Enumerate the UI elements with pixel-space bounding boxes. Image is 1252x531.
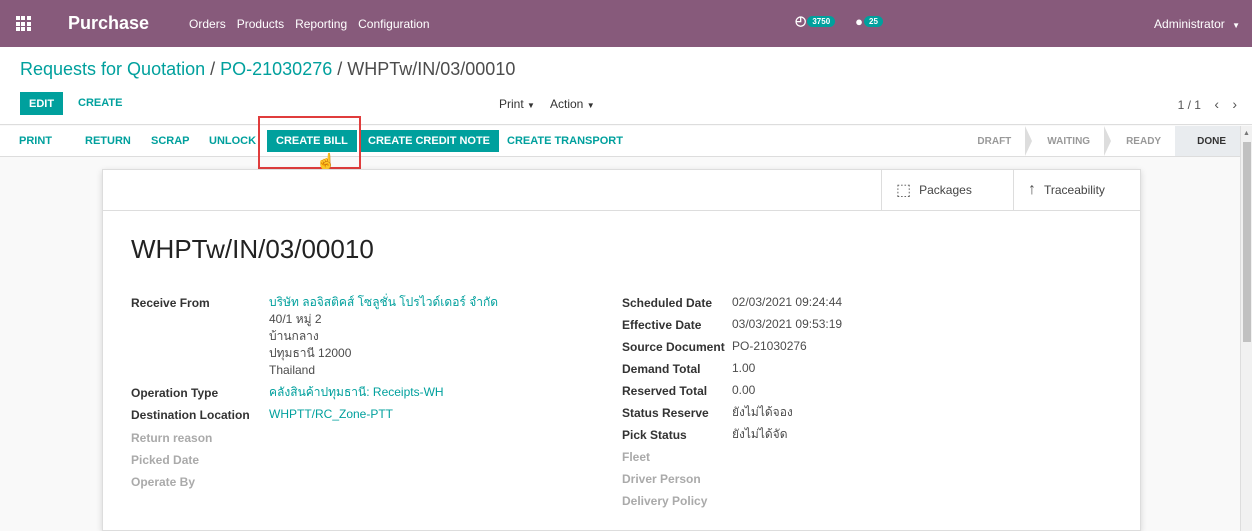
driver-person-label: Driver Person bbox=[622, 472, 701, 486]
receive-from-label: Receive From bbox=[131, 296, 210, 310]
status-reserve-label: Status Reserve bbox=[622, 406, 709, 420]
address-line-4: Thailand bbox=[269, 363, 316, 377]
breadcrumb-rfq[interactable]: Requests for Quotation bbox=[20, 59, 205, 79]
scrollbar[interactable]: ▲ bbox=[1240, 126, 1252, 531]
caret-down-icon: ▼ bbox=[586, 101, 595, 110]
caret-down-icon: ▼ bbox=[1232, 21, 1240, 30]
operation-type-label: Operation Type bbox=[131, 386, 219, 400]
pager: 1 / 1 ‹ › bbox=[1178, 96, 1237, 112]
return-button[interactable]: RETURN bbox=[85, 135, 131, 147]
address-line-3: ปทุมธานี 12000 bbox=[269, 346, 352, 360]
chat-icon: ● bbox=[855, 13, 863, 29]
picked-date-label: Picked Date bbox=[131, 453, 200, 467]
control-panel: Requests for Quotation / PO-21030276 / W… bbox=[0, 47, 1252, 125]
print-dropdown[interactable]: Print ▼ bbox=[499, 97, 535, 111]
fleet-label: Fleet bbox=[622, 450, 651, 464]
menu-orders[interactable]: Orders bbox=[189, 17, 226, 31]
packages-button[interactable]: ⬚ Packages bbox=[881, 170, 1013, 210]
delivery-policy-label: Delivery Policy bbox=[622, 494, 708, 508]
form-sheet: ⬚ Packages ↑ Traceability WHPTw/IN/03/00… bbox=[102, 169, 1141, 531]
breadcrumb-po[interactable]: PO-21030276 bbox=[220, 59, 332, 79]
action-dropdown[interactable]: Action ▼ bbox=[550, 97, 595, 111]
scroll-up-icon[interactable]: ▲ bbox=[1243, 130, 1250, 137]
source-document-label: Source Document bbox=[622, 340, 725, 354]
effective-date-value: 03/03/2021 09:53:19 bbox=[732, 317, 843, 331]
destination-location-value[interactable]: WHPTT/RC_Zone-PTT bbox=[269, 406, 393, 423]
record-title: WHPTw/IN/03/00010 bbox=[131, 234, 374, 264]
reserved-total-label: Reserved Total bbox=[622, 384, 708, 398]
stage-done: DONE bbox=[1175, 126, 1240, 156]
stage-ready: READY bbox=[1104, 126, 1183, 156]
clock-icon: ◴ bbox=[795, 13, 807, 28]
stage-pipeline: DRAFT WAITING READY DONE bbox=[955, 126, 1240, 156]
scheduled-date-value: 02/03/2021 09:24:44 bbox=[732, 295, 843, 309]
create-button[interactable]: CREATE bbox=[78, 97, 122, 109]
user-name: Administrator bbox=[1154, 17, 1225, 31]
top-navbar: Purchase Orders Products Reporting Confi… bbox=[0, 0, 1252, 47]
operate-by-label: Operate By bbox=[131, 475, 196, 489]
receive-from-value[interactable]: บริษัท ลอจิสติคส์ โซลูชั่น โปรไวด์เดอร์ … bbox=[269, 294, 498, 311]
status-reserve-value: ยังไม่ได้จอง bbox=[732, 405, 793, 419]
status-bar: PRINT RETURN SCRAP UNLOCK CREATE BILL CR… bbox=[0, 126, 1240, 157]
app-brand[interactable]: Purchase bbox=[68, 13, 149, 34]
breadcrumb-current: WHPTw/IN/03/00010 bbox=[347, 59, 516, 79]
edit-button[interactable]: EDIT bbox=[20, 92, 64, 115]
create-credit-note-button[interactable]: CREATE CREDIT NOTE bbox=[359, 130, 500, 152]
print-button[interactable]: PRINT bbox=[19, 135, 52, 147]
demand-total-label: Demand Total bbox=[622, 362, 701, 376]
create-transport-button[interactable]: CREATE TRANSPORT bbox=[507, 135, 623, 147]
user-menu[interactable]: Administrator ▼ bbox=[1154, 17, 1240, 31]
breadcrumb: Requests for Quotation / PO-21030276 / W… bbox=[20, 59, 516, 79]
demand-total-value: 1.00 bbox=[732, 361, 756, 375]
smart-button-bar: ⬚ Packages ↑ Traceability bbox=[103, 170, 1140, 211]
pick-status-value: ยังไม่ได้จัด bbox=[732, 427, 788, 441]
effective-date-label: Effective Date bbox=[622, 318, 702, 332]
menu-products[interactable]: Products bbox=[237, 17, 284, 31]
activities-count-badge: 3750 bbox=[807, 15, 836, 27]
stage-waiting: WAITING bbox=[1025, 126, 1111, 156]
scroll-thumb[interactable] bbox=[1243, 142, 1251, 342]
create-bill-highlight bbox=[258, 116, 361, 169]
activities-button[interactable]: ◴ 3750 bbox=[795, 13, 836, 29]
pager-value[interactable]: 1 / 1 bbox=[1178, 98, 1201, 112]
caret-down-icon: ▼ bbox=[527, 101, 535, 110]
menu-configuration[interactable]: Configuration bbox=[358, 17, 429, 31]
messages-count-badge: 25 bbox=[864, 15, 883, 27]
reserved-total-value: 0.00 bbox=[732, 383, 756, 397]
traceability-button[interactable]: ↑ Traceability bbox=[1013, 170, 1140, 210]
unlock-button[interactable]: UNLOCK bbox=[209, 135, 256, 147]
previous-record-icon[interactable]: ‹ bbox=[1214, 96, 1219, 112]
operation-type-value[interactable]: คลังสินค้าปทุมธานี: Receipts-WH bbox=[269, 384, 444, 401]
address-line-2: บ้านกลาง bbox=[269, 329, 319, 343]
stage-draft: DRAFT bbox=[955, 126, 1033, 156]
scheduled-date-label: Scheduled Date bbox=[622, 296, 713, 310]
return-reason-label: Return reason bbox=[131, 431, 213, 445]
address-line-1: 40/1 หมู่ 2 bbox=[269, 312, 322, 326]
scrap-button[interactable]: SCRAP bbox=[151, 135, 190, 147]
next-record-icon[interactable]: › bbox=[1232, 96, 1237, 112]
source-document-value: PO-21030276 bbox=[732, 339, 807, 353]
arrow-up-icon: ↑ bbox=[1028, 181, 1036, 198]
menu-reporting[interactable]: Reporting bbox=[295, 17, 347, 31]
apps-menu-icon[interactable] bbox=[0, 0, 46, 47]
pick-status-label: Pick Status bbox=[622, 428, 687, 442]
boxes-icon: ⬚ bbox=[896, 182, 912, 199]
messages-button[interactable]: ● 25 bbox=[855, 14, 883, 29]
destination-location-label: Destination Location bbox=[131, 408, 250, 422]
